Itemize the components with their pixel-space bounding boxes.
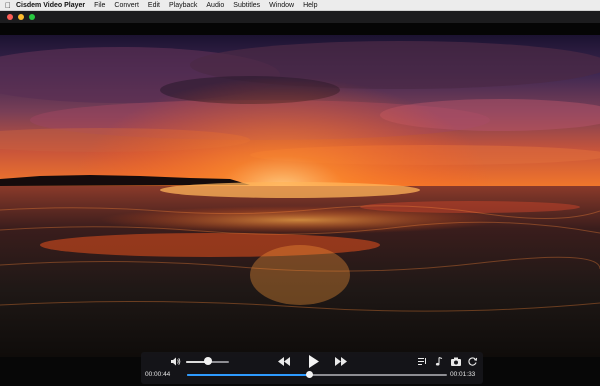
fast-forward-icon[interactable] xyxy=(334,356,348,367)
menu-audio[interactable]: Audio xyxy=(206,2,224,9)
zoom-window-button[interactable] xyxy=(29,14,35,20)
volume-slider-knob[interactable] xyxy=(203,357,212,365)
elapsed-time: 00:00:44 xyxy=(145,371,171,378)
total-time: 00:01:33 xyxy=(450,371,476,378)
camera-icon[interactable] xyxy=(450,356,462,367)
apple-icon[interactable]:  xyxy=(0,0,16,11)
menu-bar:  Cisdem Video Player File Convert Edit … xyxy=(0,0,600,11)
video-frame[interactable] xyxy=(0,35,600,357)
sunset-video-scene xyxy=(0,35,600,357)
seek-bar-knob[interactable] xyxy=(305,371,313,378)
volume-icon[interactable] xyxy=(170,356,181,367)
menu-app-name[interactable]: Cisdem Video Player xyxy=(16,2,85,9)
window-title-bar xyxy=(0,11,600,23)
playlist-icon[interactable] xyxy=(417,356,427,367)
rewind-icon[interactable] xyxy=(277,356,291,367)
seek-bar[interactable] xyxy=(187,374,447,376)
letterbox-top xyxy=(0,23,600,35)
menu-edit[interactable]: Edit xyxy=(148,2,160,9)
seek-progress xyxy=(187,374,310,376)
menu-subtitles[interactable]: Subtitles xyxy=(233,2,260,9)
playback-controls: 00:00:44 00:01:33 xyxy=(141,352,483,384)
minimize-window-button[interactable] xyxy=(18,14,24,20)
play-icon[interactable] xyxy=(306,354,320,369)
menu-convert[interactable]: Convert xyxy=(114,2,139,9)
menu-help[interactable]: Help xyxy=(303,2,317,9)
close-window-button[interactable] xyxy=(7,14,13,20)
rotate-icon[interactable] xyxy=(467,356,478,367)
menu-playback[interactable]: Playback xyxy=(169,2,197,9)
menu-window[interactable]: Window xyxy=(269,2,294,9)
music-note-icon[interactable] xyxy=(434,356,444,367)
menu-file[interactable]: File xyxy=(94,2,105,9)
